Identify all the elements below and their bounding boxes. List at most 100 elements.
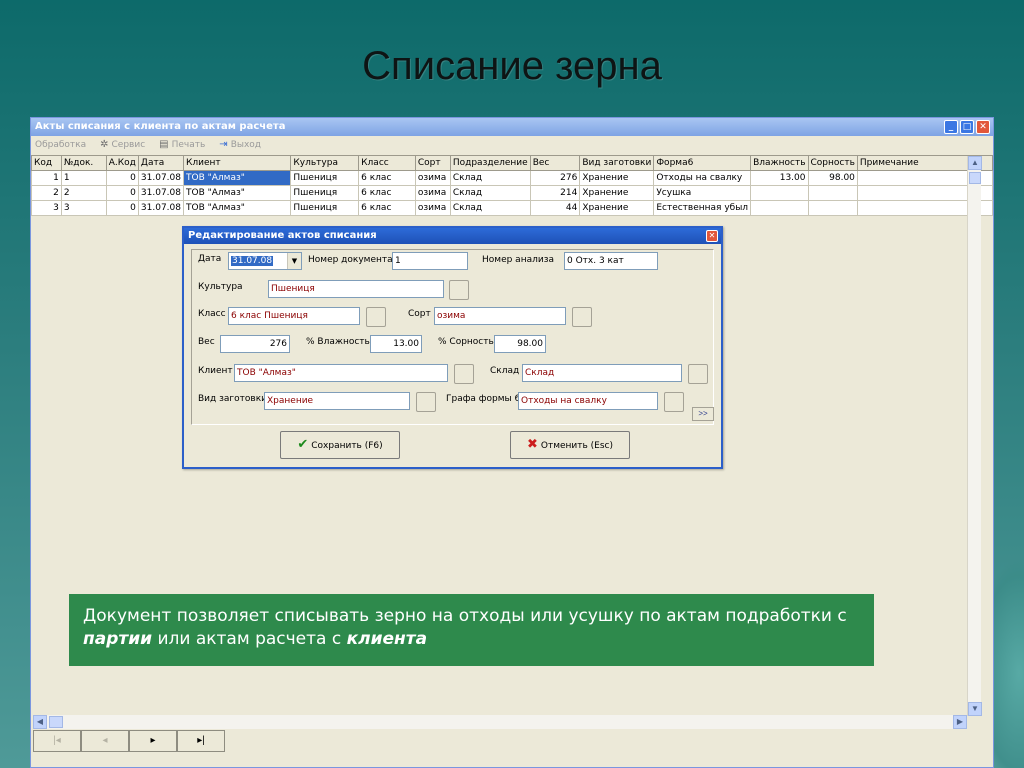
column-header[interactable]: Вид заготовки [579, 155, 655, 171]
nav-first-button[interactable]: |◂ [33, 730, 81, 752]
nav-next-button[interactable]: ▸ [129, 730, 177, 752]
cell-akod[interactable]: 0 [105, 170, 139, 186]
cell-date[interactable]: 31.07.08 [137, 185, 184, 201]
cell-form6[interactable]: Естественная убыл [653, 200, 752, 216]
cell-culture[interactable]: Пшениця [290, 185, 360, 201]
column-header[interactable]: Влажность [750, 155, 809, 171]
menu-print[interactable]: ▤ Печать [159, 139, 205, 150]
cell-weight[interactable]: 44 [529, 200, 581, 216]
cell-kind[interactable]: Хранение [579, 170, 655, 186]
menu-exit[interactable]: ⇥ Выход [219, 139, 261, 150]
cell-kod[interactable]: 1 [31, 170, 62, 186]
cell-kind[interactable]: Хранение [579, 185, 655, 201]
humidity-field[interactable]: 13.00 [370, 335, 422, 353]
column-header[interactable]: Клиент [182, 155, 292, 171]
scroll-left-icon[interactable]: ◀ [33, 715, 47, 729]
culture-field[interactable]: Пшениця [268, 280, 444, 298]
kind-field[interactable]: Хранение [264, 392, 410, 410]
nav-prev-button[interactable]: ◂ [81, 730, 129, 752]
dialog-close-button[interactable]: ✕ [706, 230, 718, 242]
weight-field[interactable]: 276 [220, 335, 290, 353]
column-header[interactable]: Код [31, 155, 62, 171]
cell-akod[interactable]: 0 [105, 200, 139, 216]
table-row[interactable]: 2 2 0 31.07.08 ТОВ "Алмаз" Пшениця 6 кла… [31, 185, 994, 201]
cell-division[interactable]: Склад [449, 200, 531, 216]
analysis-field[interactable]: 0 Отх. 3 кат [564, 252, 658, 270]
cell-trash[interactable]: 98.00 [807, 170, 858, 186]
client-pick-button[interactable] [454, 364, 474, 384]
cell-form6[interactable]: Усушка [653, 185, 752, 201]
column-header[interactable]: Сорность [807, 155, 858, 171]
trash-field[interactable]: 98.00 [494, 335, 546, 353]
date-field[interactable]: 31.07.08 ▼ [228, 252, 302, 270]
cell-trash[interactable] [807, 200, 858, 216]
class-pick-button[interactable] [366, 307, 386, 327]
more-button[interactable]: >> [692, 407, 714, 421]
minimize-button[interactable]: _ [944, 120, 958, 134]
column-header[interactable]: Культура [290, 155, 360, 171]
save-button[interactable]: ✔ Сохранить (F6) [280, 431, 400, 459]
cell-client[interactable]: ТОВ "Алмаз" [182, 185, 292, 201]
cell-division[interactable]: Склад [449, 185, 531, 201]
column-header[interactable]: Класс [358, 155, 416, 171]
client-field[interactable]: ТОВ "Алмаз" [234, 364, 448, 382]
horizontal-scrollbar[interactable]: ◀ ▶ [33, 715, 967, 729]
sort-pick-button[interactable] [572, 307, 592, 327]
vertical-scrollbar[interactable]: ▲ ▼ [967, 156, 982, 716]
cell-doc[interactable]: 1 [60, 170, 107, 186]
cell-culture[interactable]: Пшениця [290, 170, 360, 186]
cell-culture[interactable]: Пшениця [290, 200, 360, 216]
close-button[interactable]: ✕ [976, 120, 990, 134]
column-header[interactable]: Дата [137, 155, 184, 171]
cell-doc[interactable]: 2 [60, 185, 107, 201]
cell-client[interactable]: ТОВ "Алмаз" [182, 170, 292, 186]
cell-kind[interactable]: Хранение [579, 200, 655, 216]
scroll-right-icon[interactable]: ▶ [953, 715, 967, 729]
form6-pick-button[interactable] [664, 392, 684, 412]
table-row[interactable]: 1 1 0 31.07.08 ТОВ "Алмаз" Пшениця 6 кла… [31, 170, 994, 186]
column-header[interactable]: Подразделение [449, 155, 531, 171]
cell-kod[interactable]: 2 [31, 185, 62, 201]
cell-class[interactable]: 6 клас [358, 200, 416, 216]
column-header[interactable]: Форма6 [653, 155, 752, 171]
hscroll-thumb[interactable] [49, 716, 63, 728]
cell-trash[interactable] [807, 185, 858, 201]
column-header[interactable]: А.Код [105, 155, 139, 171]
cell-humidity[interactable] [750, 185, 809, 201]
scroll-down-icon[interactable]: ▼ [968, 702, 982, 716]
cell-date[interactable]: 31.07.08 [137, 170, 184, 186]
menu-service[interactable]: ✲ Сервис [100, 139, 145, 150]
class-field[interactable]: 6 клас Пшениця [228, 307, 360, 325]
scroll-up-icon[interactable]: ▲ [968, 156, 982, 170]
form6-field[interactable]: Отходы на свалку [518, 392, 658, 410]
cell-form6[interactable]: Отходы на свалку [653, 170, 752, 186]
cell-sort[interactable]: озима [414, 170, 451, 186]
cell-humidity[interactable]: 13.00 [750, 170, 809, 186]
table-row[interactable]: 3 3 0 31.07.08 ТОВ "Алмаз" Пшениця 6 кла… [31, 200, 994, 216]
nav-last-button[interactable]: ▸| [177, 730, 225, 752]
kind-pick-button[interactable] [416, 392, 436, 412]
store-pick-button[interactable] [688, 364, 708, 384]
cell-class[interactable]: 6 клас [358, 185, 416, 201]
cell-date[interactable]: 31.07.08 [137, 200, 184, 216]
column-header[interactable]: №док. [60, 155, 107, 171]
cell-sort[interactable]: озима [414, 200, 451, 216]
column-header[interactable]: Сорт [414, 155, 451, 171]
cell-doc[interactable]: 3 [60, 200, 107, 216]
cell-humidity[interactable] [750, 200, 809, 216]
sort-field[interactable]: озима [434, 307, 566, 325]
cell-client[interactable]: ТОВ "Алмаз" [182, 200, 292, 216]
cancel-button[interactable]: ✖ Отменить (Esc) [510, 431, 630, 459]
maximize-button[interactable]: □ [960, 120, 974, 134]
scroll-thumb[interactable] [969, 172, 981, 184]
cell-kod[interactable]: 3 [31, 200, 62, 216]
cell-weight[interactable]: 276 [529, 170, 581, 186]
cell-weight[interactable]: 214 [529, 185, 581, 201]
column-header[interactable]: Вес [529, 155, 581, 171]
store-field[interactable]: Склад [522, 364, 682, 382]
cell-division[interactable]: Склад [449, 170, 531, 186]
cell-class[interactable]: 6 клас [358, 170, 416, 186]
menu-processing[interactable]: Обработка [35, 140, 86, 150]
cell-akod[interactable]: 0 [105, 185, 139, 201]
culture-pick-button[interactable] [449, 280, 469, 300]
